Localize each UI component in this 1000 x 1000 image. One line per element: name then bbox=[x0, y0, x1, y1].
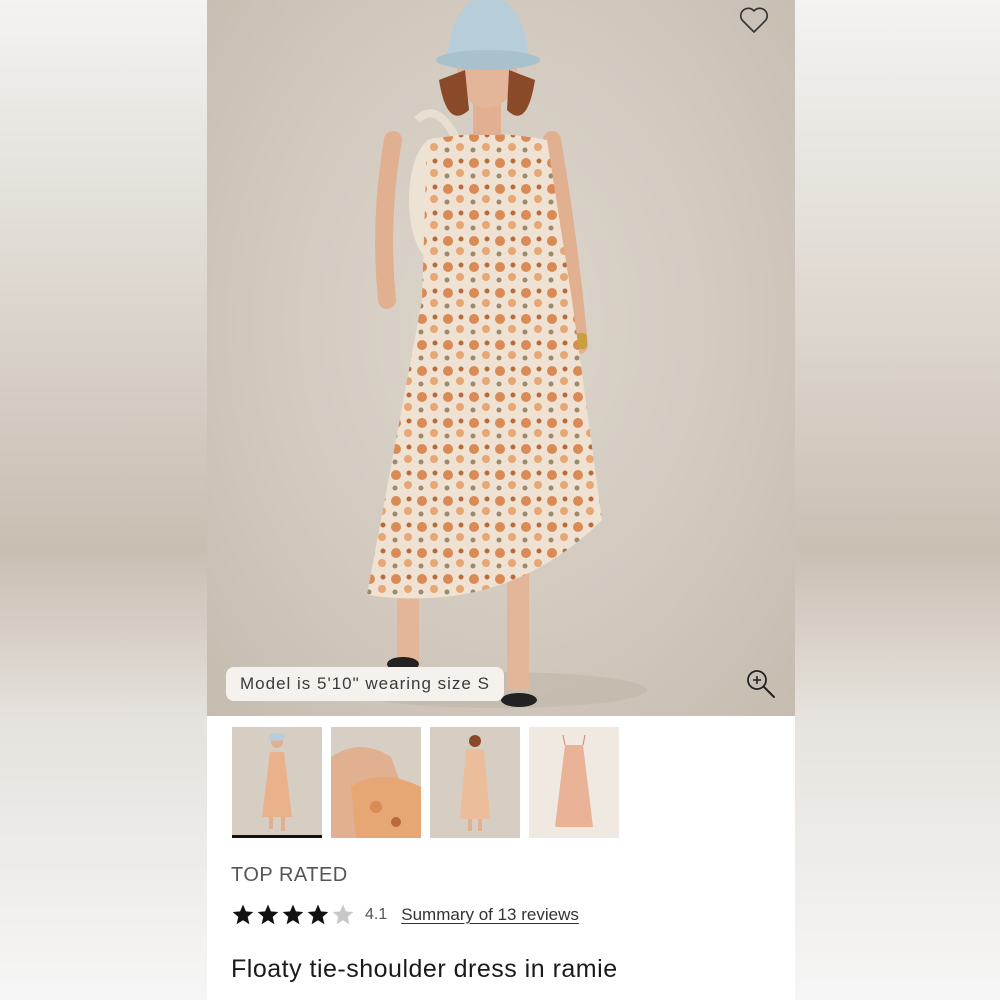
model-size-info: Model is 5'10" wearing size S bbox=[226, 667, 504, 701]
thumbnail-back[interactable] bbox=[430, 727, 520, 838]
thumbnail-front[interactable] bbox=[232, 727, 322, 838]
product-hero-image[interactable]: Model is 5'10" wearing size S bbox=[207, 0, 795, 716]
top-rated-badge: TOP RATED bbox=[231, 864, 348, 886]
heart-outline-icon[interactable] bbox=[739, 6, 769, 34]
star-icon bbox=[232, 904, 254, 925]
star-icon bbox=[257, 904, 279, 925]
left-backdrop bbox=[0, 0, 207, 1000]
thumbnail-shoulder-detail[interactable] bbox=[331, 727, 421, 838]
rating-row: 4.1 Summary of 13 reviews bbox=[231, 903, 579, 927]
zoom-in-icon[interactable] bbox=[745, 668, 777, 700]
star-icon bbox=[332, 904, 354, 925]
model-photo bbox=[347, 0, 647, 708]
product-page: Model is 5'10" wearing size S TOP RATED … bbox=[207, 0, 795, 1000]
right-backdrop bbox=[795, 0, 1000, 1000]
star-icon bbox=[307, 904, 329, 925]
product-title: Floaty tie-shoulder dress in ramie bbox=[231, 955, 618, 983]
thumbnail-flat-lay[interactable] bbox=[529, 727, 619, 838]
rating-stars bbox=[231, 903, 355, 927]
thumbnail-strip bbox=[232, 727, 619, 838]
reviews-summary-link[interactable]: Summary of 13 reviews bbox=[401, 905, 579, 925]
star-icon bbox=[282, 904, 304, 925]
rating-value: 4.1 bbox=[365, 906, 388, 923]
